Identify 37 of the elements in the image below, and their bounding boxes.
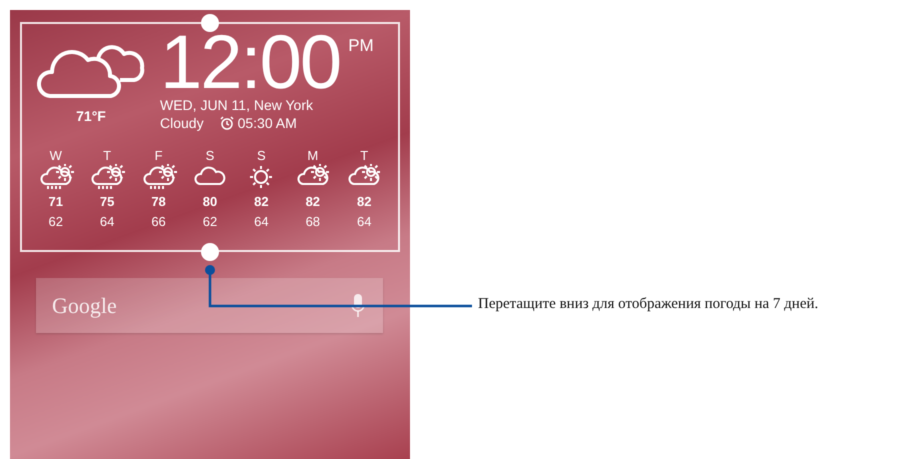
resize-handle[interactable]: [201, 14, 219, 32]
weather-condition: Cloudy: [160, 114, 204, 132]
am-pm-label: PM: [348, 36, 374, 56]
current-temperature: 71°F: [76, 108, 106, 124]
callout-text: Перетащите вниз для отображения погоды на 7 дней.: [478, 296, 818, 314]
forecast-high: 78: [151, 194, 166, 210]
forecast-day: S: [206, 148, 214, 164]
forecast-low: 68: [306, 214, 320, 230]
forecast-high: 80: [202, 194, 218, 210]
alarm-time: 05:30 AM: [238, 114, 297, 132]
forecast-high: 75: [100, 194, 114, 210]
search-logo: Google: [52, 292, 117, 318]
cloud-rain-sun-icon: [38, 164, 74, 190]
microphone-icon[interactable]: [351, 294, 365, 318]
cloud-rain-sun-icon: [140, 164, 177, 190]
forecast-low: 62: [48, 214, 63, 230]
forecast-day: M: [307, 148, 318, 164]
forecast-day: W: [50, 148, 62, 164]
forecast-day: T: [103, 148, 112, 164]
forecast-high: 82: [254, 194, 269, 210]
forecast-low: 64: [357, 214, 372, 230]
forecast-low: 64: [100, 214, 114, 230]
clock-time: 12:00: [160, 30, 340, 96]
forecast-high: 82: [357, 194, 372, 210]
date-location: WED, JUN 11, New York: [160, 96, 314, 114]
forecast-high: 71: [48, 194, 63, 210]
search-bar[interactable]: Google: [36, 278, 383, 333]
cloud-rain-sun-icon: [89, 164, 126, 190]
forecast-low: 64: [254, 214, 269, 230]
forecast-day: F: [154, 148, 163, 164]
alarm-clock-icon: [220, 116, 234, 130]
forecast-high: 82: [306, 194, 320, 210]
forecast-low: 62: [202, 214, 218, 230]
forecast-day: T: [360, 148, 368, 164]
forecast-day: S: [257, 148, 266, 164]
forecast-low: 66: [151, 214, 166, 230]
drag-handle[interactable]: [201, 243, 219, 261]
